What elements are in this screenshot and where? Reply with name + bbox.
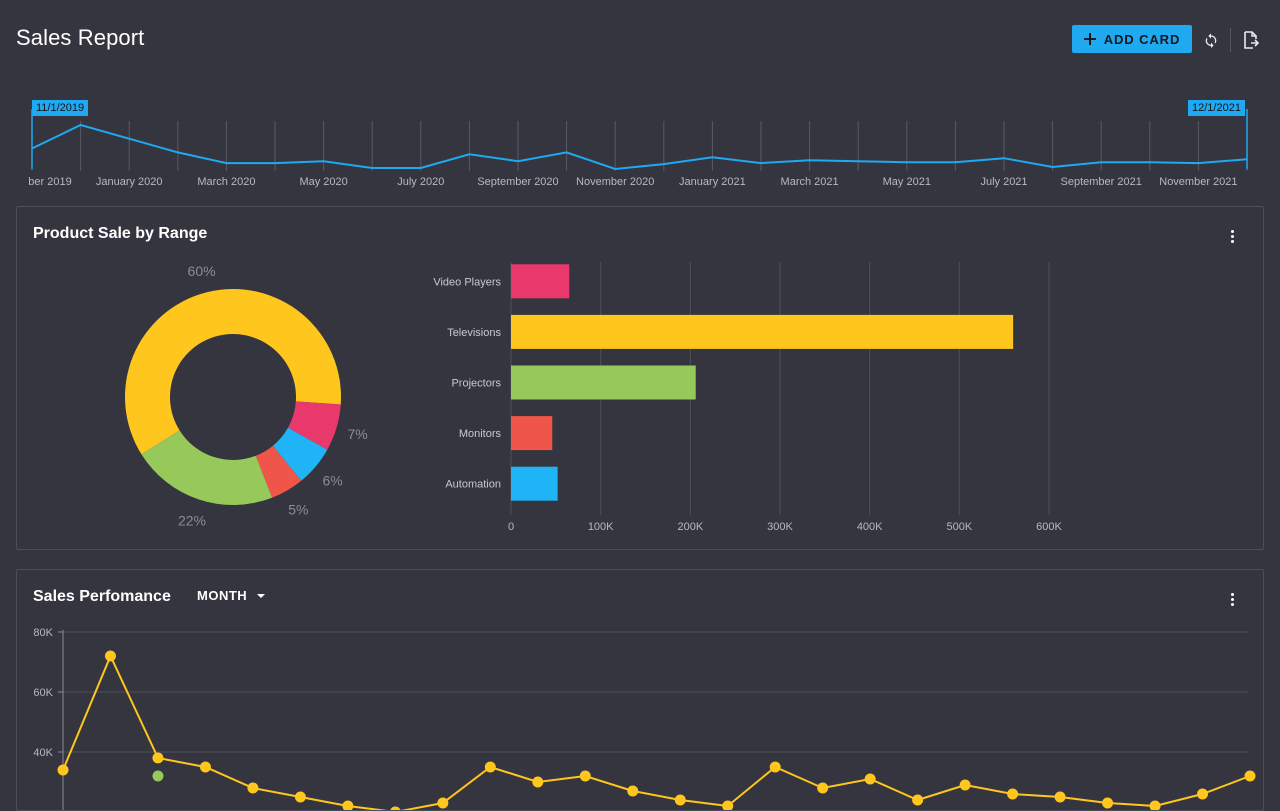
- bar-automation[interactable]: [511, 466, 558, 501]
- chevron-down-icon: [257, 593, 266, 598]
- bar-x-tick-label: 600K: [1036, 521, 1062, 533]
- donut-data-label: 5%: [288, 501, 308, 517]
- perf-point[interactable]: [532, 776, 544, 788]
- timeline-series-line: [31, 123, 1248, 171]
- bar-x-tick-label: 200K: [677, 521, 703, 533]
- perf-point-secondary[interactable]: [152, 770, 164, 782]
- donut-data-label: 60%: [188, 263, 216, 279]
- donut-data-label: 22%: [178, 512, 206, 528]
- more-vert-icon[interactable]: [1222, 226, 1242, 246]
- range-start-badge[interactable]: 11/1/2019: [32, 100, 89, 116]
- header: Sales Report ADD CARD: [0, 0, 1280, 80]
- timeline-tick-label: May 2021: [882, 176, 931, 188]
- timeline-chart: [31, 109, 1248, 171]
- perf-point[interactable]: [1102, 797, 1114, 809]
- add-card-button[interactable]: ADD CARD: [1072, 25, 1192, 53]
- perf-point[interactable]: [817, 782, 829, 794]
- perf-point[interactable]: [199, 761, 211, 773]
- perf-point[interactable]: [342, 800, 354, 811]
- perf-point[interactable]: [57, 764, 69, 776]
- bar-x-tick-label: 500K: [946, 521, 972, 533]
- timeline-tick-label: September 2020: [477, 176, 559, 188]
- product-sale-card: Product Sale by Range 60% 7% 6% 5% 22% 0 100K…: [16, 206, 1264, 550]
- perf-point[interactable]: [1149, 800, 1161, 811]
- perf-point[interactable]: [579, 770, 591, 782]
- card-title: Sales Perfomance: [33, 588, 171, 605]
- donut-data-label: 6%: [322, 473, 342, 489]
- bar-televisions[interactable]: [511, 314, 1014, 349]
- timeline-tick-label: ber 2019: [28, 176, 72, 188]
- plus-icon: [1083, 33, 1096, 45]
- bar-category-label: Automation: [445, 479, 501, 491]
- perf-point[interactable]: [959, 779, 971, 791]
- timeline-tick-label: September 2021: [1060, 176, 1142, 188]
- add-card-label: ADD CARD: [1103, 31, 1181, 47]
- perf-point[interactable]: [627, 785, 639, 797]
- period-dropdown[interactable]: MONTH: [197, 588, 266, 603]
- donut-chart: 60% 7% 6% 5% 22%: [125, 263, 368, 528]
- refresh-button[interactable]: [1199, 28, 1223, 52]
- timeline-tick-label: March 2021: [780, 176, 839, 188]
- range-end-badge[interactable]: 12/1/2021: [1188, 100, 1245, 116]
- sales-performance-card: Sales Perfomance MONTH 80K 60K 40K: [16, 569, 1264, 811]
- bar-category-label: Monitors: [459, 428, 502, 440]
- perf-series-line: [62, 653, 1251, 810]
- bar-monitors[interactable]: [511, 416, 553, 451]
- bar-category-label: Televisions: [447, 327, 501, 339]
- more-vert-icon[interactable]: [1222, 589, 1242, 609]
- timeline-tick-label: March 2020: [197, 176, 256, 188]
- perf-y-tick-label: 60K: [33, 687, 53, 699]
- header-divider: [1230, 28, 1231, 52]
- bar-x-tick-label: 100K: [588, 521, 614, 533]
- perf-point[interactable]: [484, 761, 496, 773]
- perf-point[interactable]: [390, 806, 401, 811]
- bar-projectors[interactable]: [511, 365, 696, 400]
- timeline-tick-label: July 2020: [397, 176, 445, 188]
- perf-point[interactable]: [294, 791, 306, 803]
- perf-point[interactable]: [1007, 788, 1019, 800]
- timeline-tick-label: January 2021: [679, 176, 746, 188]
- page-title: Sales Report: [16, 25, 145, 50]
- period-selected: MONTH: [197, 588, 248, 603]
- perf-point[interactable]: [152, 752, 164, 764]
- perf-y-tick-label: 80K: [33, 627, 53, 639]
- perf-point[interactable]: [769, 761, 781, 773]
- card-title: Product Sale by Range: [33, 225, 208, 242]
- timeline-navigator[interactable]: 11/1/2019 12/1/2021 ber 2019 January 2020…: [0, 95, 1280, 195]
- performance-line-chart: 80K 60K 40K: [33, 627, 1256, 811]
- perf-point[interactable]: [864, 773, 876, 785]
- perf-point[interactable]: [1054, 791, 1066, 803]
- perf-point[interactable]: [247, 782, 259, 794]
- perf-point[interactable]: [674, 794, 686, 806]
- bar-x-tick-label: 0: [508, 521, 514, 533]
- bar-chart: 0 100K 200K 300K 400K 500K 600K Video Players Te…: [433, 262, 1063, 533]
- donut-data-label: 7%: [347, 426, 367, 442]
- refresh-icon: [1205, 33, 1217, 48]
- perf-y-tick-label: 40K: [33, 747, 53, 759]
- perf-point[interactable]: [912, 794, 924, 806]
- bar-category-label: Video Players: [433, 276, 501, 288]
- bar-x-tick-label: 400K: [857, 521, 883, 533]
- export-icon: [1244, 31, 1259, 49]
- timeline-tick-label: May 2020: [299, 176, 348, 188]
- bar-category-label: Projectors: [451, 378, 501, 390]
- timeline-tick-label: November 2020: [576, 176, 655, 188]
- perf-point[interactable]: [104, 650, 116, 662]
- bar-x-tick-label: 300K: [767, 521, 793, 533]
- perf-point[interactable]: [1244, 770, 1256, 782]
- export-button[interactable]: [1239, 28, 1263, 52]
- perf-point[interactable]: [437, 797, 449, 809]
- bar-video-players[interactable]: [511, 264, 570, 299]
- perf-point[interactable]: [1197, 788, 1209, 800]
- timeline-tick-label: November 2021: [1159, 176, 1238, 188]
- timeline-tick-label: July 2021: [980, 176, 1028, 188]
- timeline-tick-label: January 2020: [95, 176, 163, 188]
